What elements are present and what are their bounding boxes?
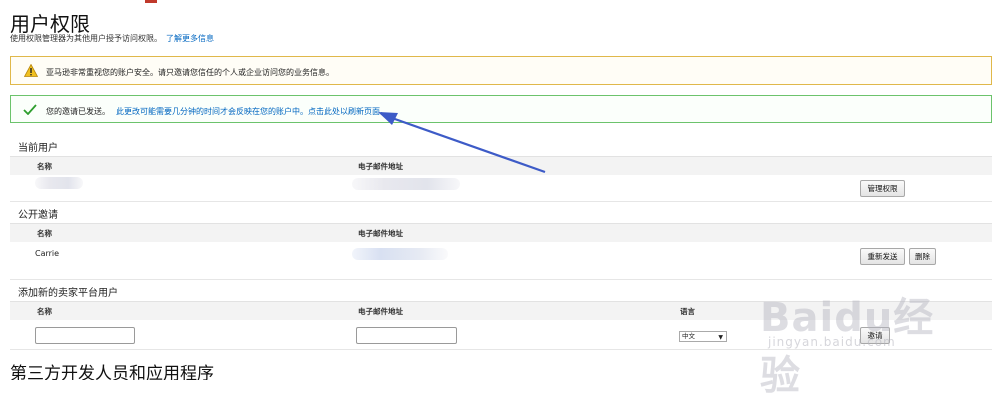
watermark-url: jingyan.baidu.com	[768, 335, 896, 349]
baidu-jingyan-watermark: Baidu经验 jingyan.baidu.com	[760, 285, 960, 399]
